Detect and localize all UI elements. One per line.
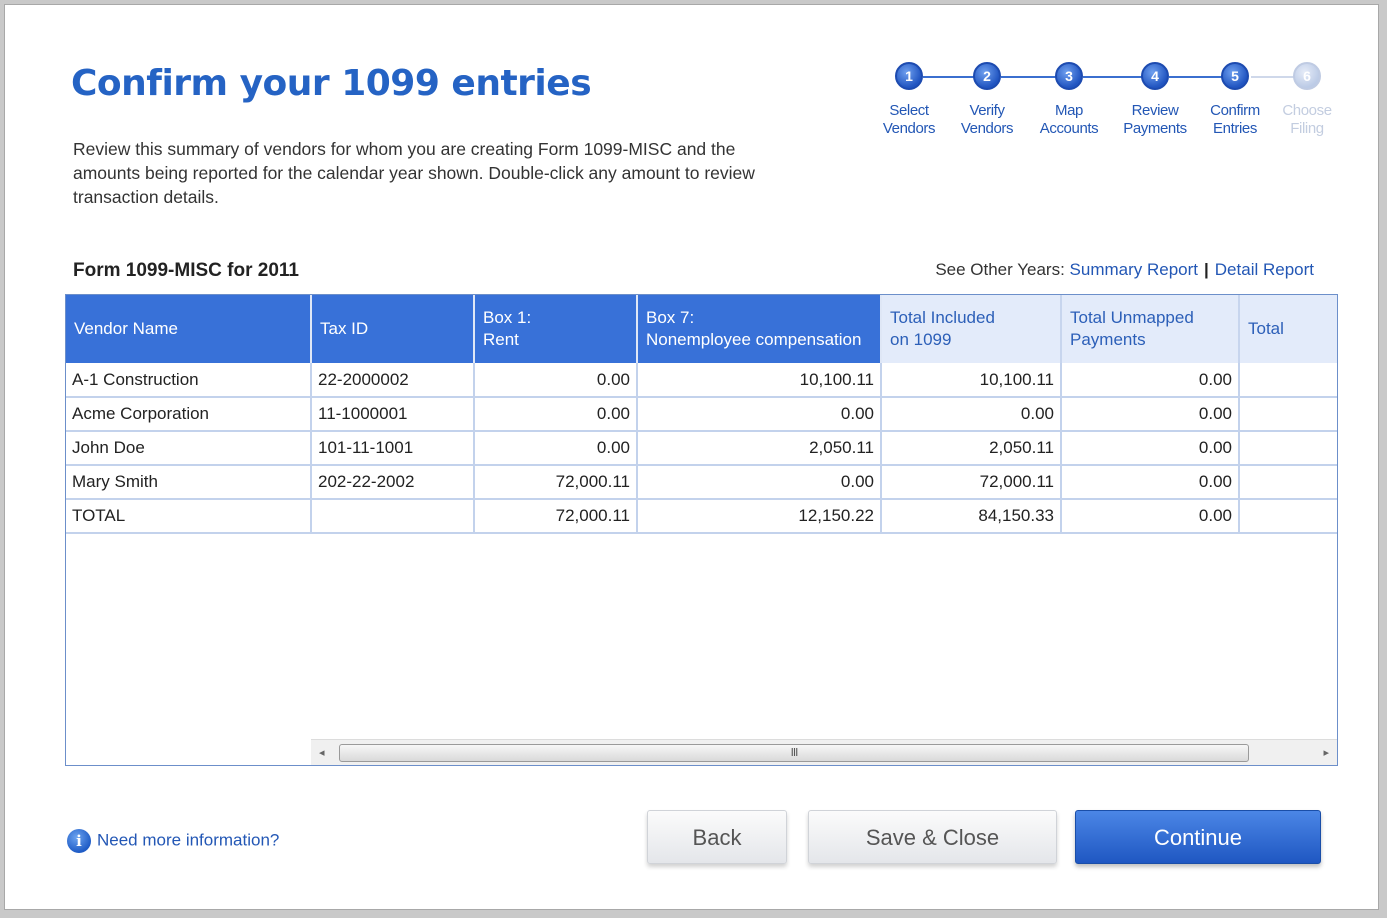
form-title: Form 1099-MISC for 2011 [73,260,299,281]
step-map-accounts[interactable]: 3 Map Accounts [1033,61,1105,138]
detail-report-link[interactable]: Detail Report [1215,260,1314,279]
col-total-unmapped[interactable]: Total Unmapped Payments [1061,295,1240,363]
step-label: Select Vendors [882,102,936,137]
col-total[interactable]: Total [1239,295,1337,363]
save-close-button[interactable]: Save & Close [808,810,1057,864]
step-label: Map Accounts [1039,102,1099,137]
step-number-3: 3 [1055,62,1083,90]
vendor-table: Vendor Name Tax ID Box 1: Rent Box 7: None… [65,294,1338,766]
cell-amount[interactable]: 0.00 [637,465,882,500]
cell-total: 12,150.22 [637,499,882,534]
cell-amount[interactable]: 0.00 [1061,397,1240,432]
scroll-left-icon[interactable]: ◂ [319,746,325,759]
intro-text: Review this summary of vendors for whom … [73,139,755,207]
cell-total: 72,000.11 [474,499,638,534]
cell-amount[interactable]: 0.00 [1061,465,1240,500]
cell-amount[interactable]: 0.00 [881,397,1062,432]
info-icon: i [67,829,91,853]
table-row[interactable]: John Doe 101-11-1001 0.00 2,050.11 2,050… [66,431,1337,466]
cell-vendor: Acme Corporation [66,397,312,432]
step-label: Choose Filing [1282,102,1332,137]
cell-taxid: 11-1000001 [311,397,475,432]
cell-amount[interactable] [1239,397,1337,432]
summary-report-link[interactable]: Summary Report [1070,260,1198,279]
cell-taxid: 202-22-2002 [311,465,475,500]
link-separator: | [1204,260,1209,279]
cell-amount[interactable]: 0.00 [474,431,638,466]
grip-icon: III [790,746,799,759]
step-number-5: 5 [1221,62,1249,90]
col-box7-nonemployee[interactable]: Box 7: Nonemployee compensation [637,295,882,363]
table-row[interactable]: A-1 Construction 22-2000002 0.00 10,100.… [66,363,1337,398]
dialog-window: Confirm your 1099 entries Review this su… [4,4,1379,910]
cell-amount[interactable]: 2,050.11 [637,431,882,466]
step-label: Review Payments [1123,102,1187,137]
step-number-6: 6 [1293,62,1321,90]
cell-amount[interactable]: 72,000.11 [881,465,1062,500]
back-button[interactable]: Back [647,810,787,864]
table-row[interactable]: Mary Smith 202-22-2002 72,000.11 0.00 72… [66,465,1337,500]
page-title: Confirm your 1099 entries [71,63,592,104]
table-row[interactable]: Acme Corporation 11-1000001 0.00 0.00 0.… [66,397,1337,432]
scroll-thumb[interactable]: III [339,744,1249,762]
step-number-4: 4 [1141,62,1169,90]
cell-vendor: Mary Smith [66,465,312,500]
col-vendor-name[interactable]: Vendor Name [66,295,312,363]
cell-taxid [311,499,475,534]
col-tax-id[interactable]: Tax ID [311,295,475,363]
cell-amount[interactable]: 0.00 [637,397,882,432]
step-select-vendors[interactable]: 1 Select Vendors [873,61,945,138]
cell-amount[interactable] [1239,431,1337,466]
col-total-included[interactable]: Total Included on 1099 [881,295,1062,363]
scroll-right-icon[interactable]: ▸ [1323,746,1329,759]
step-number-2: 2 [973,62,1001,90]
step-verify-vendors[interactable]: 2 Verify Vendors [951,61,1023,138]
cell-vendor: John Doe [66,431,312,466]
cell-taxid: 22-2000002 [311,363,475,398]
step-label: Verify Vendors [960,102,1014,137]
cell-amount[interactable]: 72,000.11 [474,465,638,500]
cell-amount[interactable]: 0.00 [1061,363,1240,398]
other-years: See Other Years: Summary Report | Detail R… [935,260,1314,280]
help-link-label: Need more information? [97,830,280,850]
continue-button[interactable]: Continue [1075,810,1321,864]
cell-total: 0.00 [1061,499,1240,534]
cell-taxid: 101-11-1001 [311,431,475,466]
cell-amount[interactable]: 1 [1239,363,1337,398]
other-years-label: See Other Years: [935,260,1065,279]
cell-total: 8 [1239,499,1337,534]
horizontal-scrollbar[interactable]: ◂ III ▸ [311,739,1337,765]
step-label: Confirm Entries [1210,102,1260,137]
step-choose-filing: 6 Choose Filing [1271,61,1343,138]
cell-amount[interactable]: 7 [1239,465,1337,500]
step-number-1: 1 [895,62,923,90]
cell-amount[interactable]: 0.00 [474,397,638,432]
help-link[interactable]: i Need more information? [67,829,279,853]
cell-total: 84,150.33 [881,499,1062,534]
cell-amount[interactable]: 10,100.11 [637,363,882,398]
cell-amount[interactable]: 2,050.11 [881,431,1062,466]
cell-amount[interactable]: 10,100.11 [881,363,1062,398]
table-total-row: TOTAL 72,000.11 12,150.22 84,150.33 0.00… [66,499,1337,534]
table-header-row: Vendor Name Tax ID Box 1: Rent Box 7: None… [66,295,1337,363]
cell-amount[interactable]: 0.00 [474,363,638,398]
cell-total-label: TOTAL [66,499,312,534]
cell-vendor: A-1 Construction [66,363,312,398]
step-confirm-entries[interactable]: 5 Confirm Entries [1199,61,1271,138]
step-review-payments[interactable]: 4 Review Payments [1119,61,1191,138]
cell-amount[interactable]: 0.00 [1061,431,1240,466]
progress-stepper: 1 Select Vendors 2 Verify Vendors 3 Map Acc… [873,61,1343,151]
col-box1-rent[interactable]: Box 1: Rent [474,295,638,363]
